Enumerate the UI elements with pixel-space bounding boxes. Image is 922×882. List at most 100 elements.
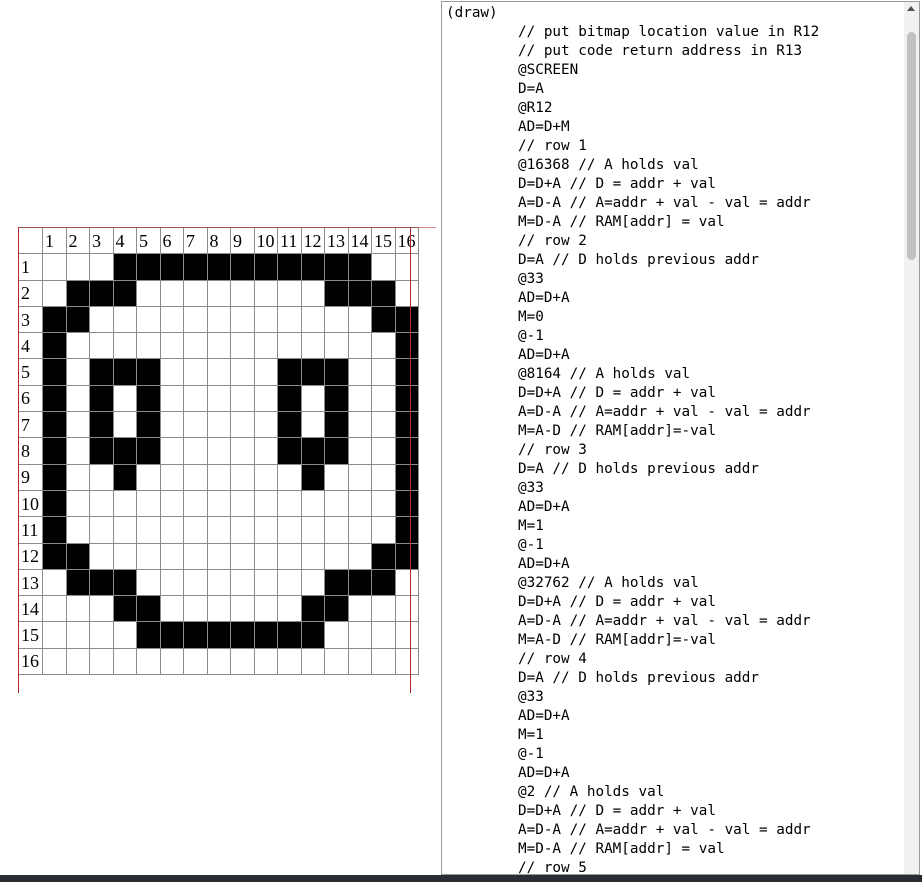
pixel-cell[interactable] <box>42 358 67 386</box>
pixel-cell[interactable] <box>253 305 278 334</box>
pixel-cell[interactable] <box>277 568 302 597</box>
pixel-cell[interactable] <box>159 437 184 465</box>
pixel-cell[interactable] <box>277 332 302 360</box>
pixel-cell[interactable] <box>253 516 278 544</box>
pixel-cell[interactable] <box>159 595 184 623</box>
pixel-cell[interactable] <box>65 437 90 465</box>
pixel-cell[interactable] <box>183 595 208 623</box>
pixel-cell[interactable] <box>89 384 114 413</box>
pixel-cell[interactable] <box>277 279 302 307</box>
pixel-cell[interactable] <box>42 621 67 649</box>
pixel-cell[interactable] <box>253 332 278 360</box>
pixel-cell[interactable] <box>300 463 325 491</box>
pixel-cell[interactable] <box>206 332 231 360</box>
pixel-cell[interactable] <box>230 489 255 518</box>
pixel-cell[interactable] <box>42 384 67 413</box>
pixel-cell[interactable] <box>253 463 278 491</box>
pixel-cell[interactable] <box>65 253 90 281</box>
pixel-cell[interactable] <box>230 463 255 491</box>
pixel-cell[interactable] <box>300 384 325 413</box>
pixel-cell[interactable] <box>89 542 114 570</box>
pixel-cell[interactable] <box>42 647 67 676</box>
pixel-cell[interactable] <box>300 279 325 307</box>
pixel-cell[interactable] <box>89 463 114 491</box>
pixel-cell[interactable] <box>183 358 208 386</box>
pixel-cell[interactable] <box>300 621 325 649</box>
pixel-cell[interactable] <box>371 437 396 465</box>
pixel-cell[interactable] <box>394 542 419 570</box>
pixel-cell[interactable] <box>183 489 208 518</box>
pixel-cell[interactable] <box>159 489 184 518</box>
pixel-cell[interactable] <box>65 305 90 334</box>
pixel-cell[interactable] <box>300 542 325 570</box>
pixel-cell[interactable] <box>347 384 372 413</box>
pixel-cell[interactable] <box>347 253 372 281</box>
pixel-cell[interactable] <box>277 253 302 281</box>
pixel-cell[interactable] <box>324 253 349 281</box>
pixel-cell[interactable] <box>89 647 114 676</box>
pixel-cell[interactable] <box>112 463 137 491</box>
pixel-cell[interactable] <box>136 411 161 439</box>
pixel-cell[interactable] <box>371 489 396 518</box>
pixel-cell[interactable] <box>324 647 349 676</box>
pixel-cell[interactable] <box>112 411 137 439</box>
pixel-cell[interactable] <box>159 358 184 386</box>
pixel-cell[interactable] <box>183 332 208 360</box>
pixel-cell[interactable] <box>65 516 90 544</box>
pixel-cell[interactable] <box>277 437 302 465</box>
vertical-scrollbar[interactable] <box>904 2 919 874</box>
pixel-cell[interactable] <box>206 516 231 544</box>
pixel-cell[interactable] <box>65 358 90 386</box>
pixel-cell[interactable] <box>159 332 184 360</box>
pixel-cell[interactable] <box>300 489 325 518</box>
pixel-cell[interactable] <box>230 253 255 281</box>
pixel-cell[interactable] <box>230 568 255 597</box>
pixel-cell[interactable] <box>371 279 396 307</box>
pixel-cell[interactable] <box>300 647 325 676</box>
pixel-cell[interactable] <box>183 437 208 465</box>
pixel-cell[interactable] <box>394 253 419 281</box>
pixel-cell[interactable] <box>371 253 396 281</box>
code-output-textarea[interactable]: (draw) // put bitmap location value in R1… <box>441 1 920 875</box>
pixel-cell[interactable] <box>371 568 396 597</box>
pixel-cell[interactable] <box>65 332 90 360</box>
pixel-cell[interactable] <box>394 463 419 491</box>
pixel-cell[interactable] <box>159 411 184 439</box>
pixel-cell[interactable] <box>324 621 349 649</box>
pixel-cell[interactable] <box>206 358 231 386</box>
pixel-cell[interactable] <box>230 437 255 465</box>
pixel-cell[interactable] <box>89 411 114 439</box>
scroll-up-arrow-icon[interactable] <box>907 6 915 11</box>
pixel-cell[interactable] <box>230 647 255 676</box>
pixel-cell[interactable] <box>300 332 325 360</box>
pixel-cell[interactable] <box>206 647 231 676</box>
pixel-cell[interactable] <box>42 463 67 491</box>
pixel-cell[interactable] <box>42 568 67 597</box>
pixel-cell[interactable] <box>89 489 114 518</box>
pixel-cell[interactable] <box>112 437 137 465</box>
pixel-cell[interactable] <box>42 437 67 465</box>
pixel-cell[interactable] <box>277 489 302 518</box>
pixel-cell[interactable] <box>89 621 114 649</box>
pixel-cell[interactable] <box>371 647 396 676</box>
pixel-cell[interactable] <box>277 384 302 413</box>
pixel-cell[interactable] <box>300 516 325 544</box>
pixel-cell[interactable] <box>394 279 419 307</box>
pixel-cell[interactable] <box>89 568 114 597</box>
pixel-cell[interactable] <box>300 253 325 281</box>
pixel-cell[interactable] <box>136 437 161 465</box>
pixel-cell[interactable] <box>394 437 419 465</box>
pixel-cell[interactable] <box>277 358 302 386</box>
pixel-cell[interactable] <box>324 568 349 597</box>
pixel-cell[interactable] <box>65 621 90 649</box>
pixel-cell[interactable] <box>183 463 208 491</box>
pixel-cell[interactable] <box>253 647 278 676</box>
pixel-cell[interactable] <box>253 621 278 649</box>
pixel-cell[interactable] <box>230 411 255 439</box>
pixel-cell[interactable] <box>112 489 137 518</box>
pixel-cell[interactable] <box>394 595 419 623</box>
pixel-cell[interactable] <box>136 542 161 570</box>
pixel-cell[interactable] <box>206 384 231 413</box>
pixel-cell[interactable] <box>183 279 208 307</box>
pixel-cell[interactable] <box>324 305 349 334</box>
